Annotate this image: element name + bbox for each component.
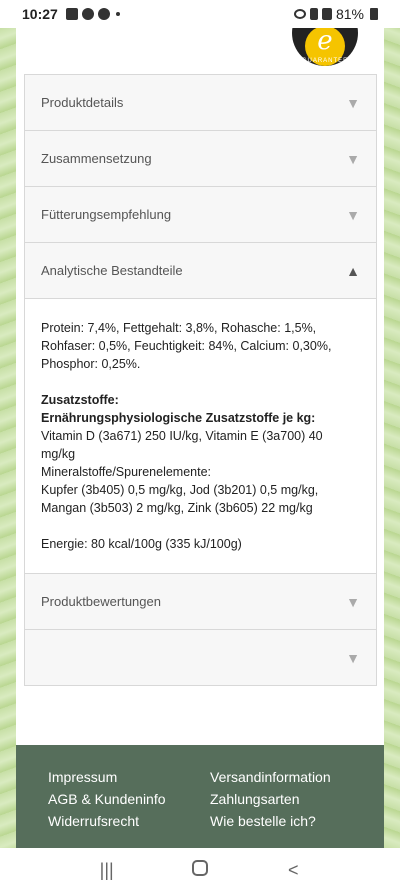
home-button[interactable]: [180, 859, 220, 881]
accordion-item-analytische-bestandteile: Analytische Bestandteile ▲ Protein: 7,4%…: [25, 243, 376, 574]
accordion-label: Fütterungsempfehlung: [41, 207, 172, 222]
back-button[interactable]: <: [273, 860, 313, 881]
accordion-item-empty: ▼: [25, 630, 376, 685]
chevron-down-icon: ▼: [346, 206, 360, 223]
minerals-heading: Mineralstoffe/Spurenelemente:: [41, 465, 212, 479]
accordion-label: Analytische Bestandteile: [41, 263, 183, 278]
badge-text: GUARANTEE: [301, 58, 349, 64]
accordion-item-fuetterungsempfehlung: Fütterungsempfehlung ▼: [25, 187, 376, 243]
whatsapp-icon: [97, 8, 110, 20]
accordion-label: Produktbewertungen: [41, 594, 161, 609]
accordion-item-zusammensetzung: Zusammensetzung ▼: [25, 131, 376, 187]
accordion-header-empty[interactable]: ▼: [25, 630, 376, 685]
accordion-header-produktdetails[interactable]: Produktdetails ▼: [25, 75, 376, 130]
battery-percent: 81%: [335, 6, 364, 22]
footer-link-zahlungsarten[interactable]: Zahlungsarten: [210, 791, 390, 807]
chevron-down-icon: ▼: [346, 649, 360, 666]
footer-link-agb[interactable]: AGB & Kundeninfo: [48, 791, 210, 807]
footer-link-wie-bestelle-ich[interactable]: Wie bestelle ich?: [210, 813, 390, 829]
footer-link-widerrufsrecht[interactable]: Widerrufsrecht: [48, 813, 210, 829]
status-bar: 10:27 81%: [0, 0, 400, 28]
vitamins-text: Vitamin D (3a671) 250 IU/kg, Vitamin E (…: [41, 429, 323, 461]
wifi-icon: [293, 9, 306, 19]
footer: Impressum Versandinformation AGB & Kunde…: [16, 745, 384, 848]
signal-icon: [321, 8, 332, 20]
analysis-text: Protein: 7,4%, Fettgehalt: 3,8%, Rohasch…: [41, 321, 332, 371]
footer-links: Impressum Versandinformation AGB & Kunde…: [16, 745, 384, 829]
trusted-shops-badge[interactable]: e GUARANTEE: [292, 24, 358, 66]
chevron-down-icon: ▼: [346, 94, 360, 111]
chevron-up-icon: ▲: [346, 262, 360, 279]
nutritional-additives-heading: Ernährungsphysiologische Zusatzstoffe je…: [41, 411, 316, 425]
accordion-label: Produktdetails: [41, 95, 124, 110]
minerals-text: Kupfer (3b405) 0,5 mg/kg, Jod (3b201) 0,…: [41, 483, 319, 515]
accordion-header-fuetterungsempfehlung[interactable]: Fütterungsempfehlung ▼: [25, 187, 376, 242]
accordion-item-produktdetails: Produktdetails ▼: [25, 75, 376, 131]
accordion-label: Zusammensetzung: [41, 151, 152, 166]
background-grass-right: [384, 28, 400, 848]
additives-heading: Zusatzstoffe:: [41, 393, 119, 407]
android-nav-bar: ||| <: [0, 848, 400, 892]
energy-text: Energie: 80 kcal/100g (335 kJ/100g): [41, 537, 242, 551]
chat-icon: [81, 8, 94, 20]
footer-link-versandinformation[interactable]: Versandinformation: [210, 769, 390, 785]
battery-icon: [370, 8, 378, 20]
more-notifications-icon: [115, 12, 120, 16]
chevron-down-icon: ▼: [346, 150, 360, 167]
recent-apps-button[interactable]: |||: [87, 860, 127, 881]
gallery-icon: [65, 8, 78, 20]
accordion-header-analytische-bestandteile[interactable]: Analytische Bestandteile ▲: [25, 243, 376, 298]
product-accordion: Produktdetails ▼ Zusammensetzung ▼ Fütte…: [24, 74, 377, 686]
notification-icons: [65, 8, 120, 20]
home-icon: [191, 859, 208, 876]
call-icon: [309, 8, 318, 20]
accordion-content-analytische-bestandteile: Protein: 7,4%, Fettgehalt: 3,8%, Rohasch…: [25, 298, 376, 573]
accordion-header-zusammensetzung[interactable]: Zusammensetzung ▼: [25, 131, 376, 186]
footer-link-impressum[interactable]: Impressum: [48, 769, 210, 785]
accordion-header-produktbewertungen[interactable]: Produktbewertungen ▼: [25, 574, 376, 629]
accordion-item-produktbewertungen: Produktbewertungen ▼: [25, 574, 376, 630]
chevron-down-icon: ▼: [346, 593, 360, 610]
status-time: 10:27: [22, 6, 58, 22]
additives-block: Zusatzstoffe: Ernährungsphysiologische Z…: [41, 391, 360, 517]
background-grass-left: [0, 28, 16, 848]
